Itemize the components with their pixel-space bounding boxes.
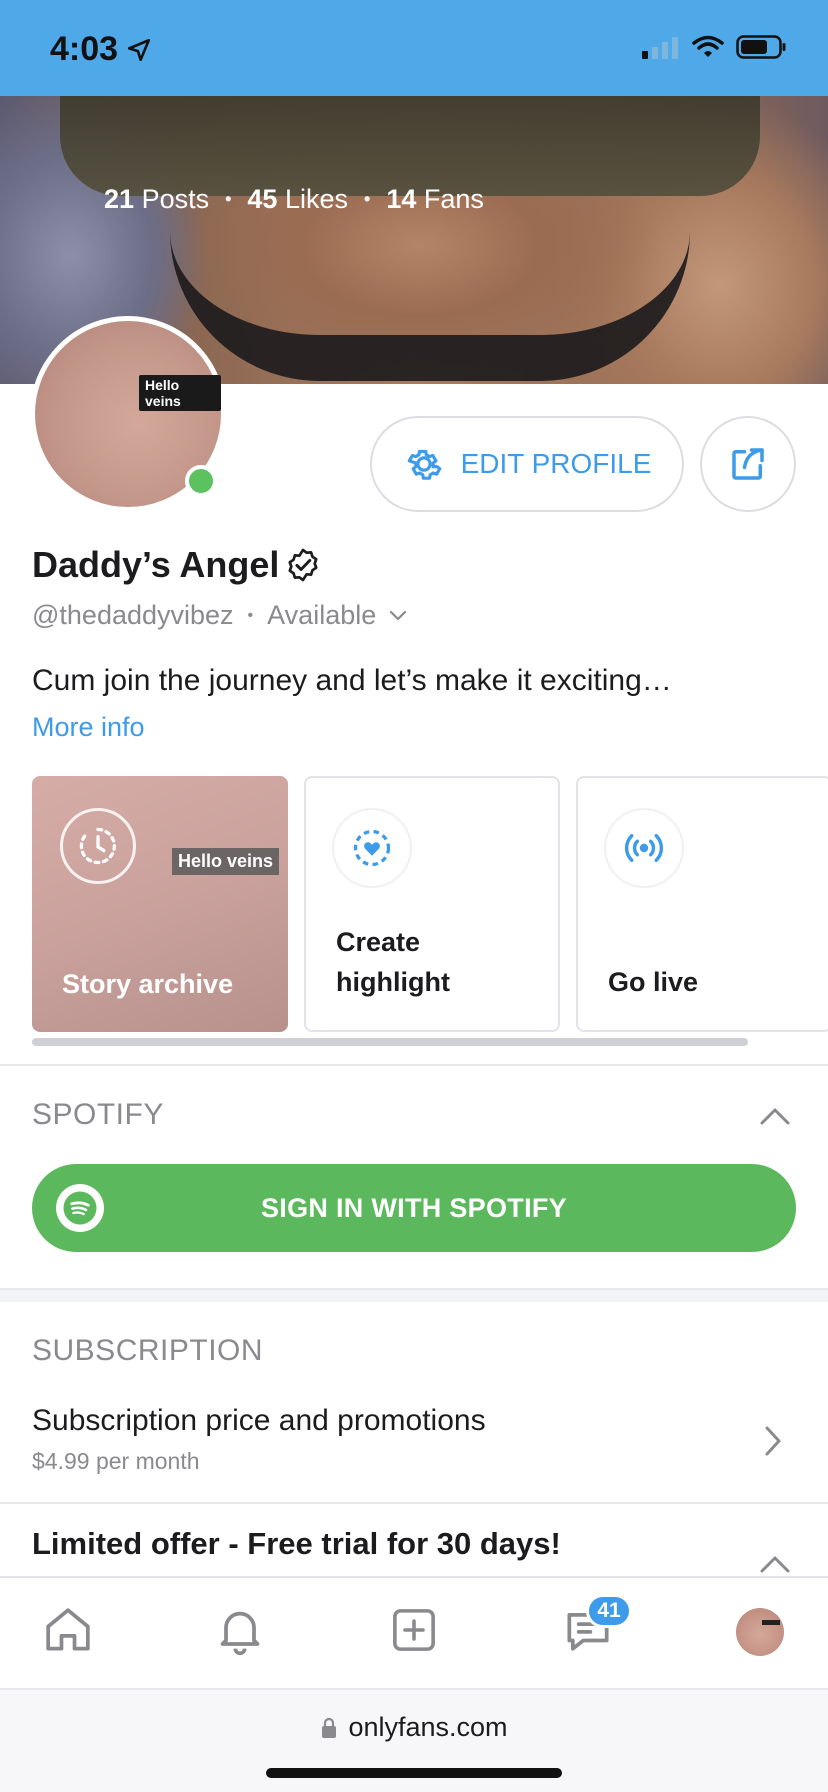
status-time: 4:03 bbox=[50, 30, 152, 69]
spotify-section-title: SPOTIFY bbox=[32, 1098, 164, 1131]
availability-dropdown[interactable]: Available bbox=[267, 600, 408, 631]
history-clock-icon bbox=[79, 827, 116, 865]
profile-handle: @thedaddyvibez bbox=[32, 600, 234, 630]
likes-stat: 45 Likes bbox=[247, 184, 348, 214]
section-divider bbox=[0, 1502, 828, 1504]
subscription-row-price: $4.99 per month bbox=[32, 1448, 200, 1474]
avatar[interactable]: Hello veins bbox=[30, 316, 226, 512]
battery-icon bbox=[736, 35, 786, 59]
cover-strap bbox=[170, 231, 690, 381]
section-gap bbox=[0, 1288, 828, 1302]
heart-circle-icon bbox=[353, 829, 391, 867]
sign-in-spotify-button[interactable]: SIGN IN WITH SPOTIFY bbox=[32, 1164, 796, 1252]
share-profile-button[interactable] bbox=[700, 416, 796, 512]
status-time-text: 4:03 bbox=[50, 30, 119, 68]
archive-circle bbox=[60, 808, 136, 884]
create-highlight-card[interactable]: Create highlight bbox=[304, 776, 560, 1032]
handle-separator: • bbox=[247, 606, 254, 624]
fans-stat: 14 Fans bbox=[386, 184, 484, 214]
verified-badge-icon bbox=[288, 548, 318, 582]
subscription-section-title: SUBSCRIPTION bbox=[32, 1334, 264, 1367]
chevron-right-icon[interactable] bbox=[762, 1424, 784, 1458]
highlight-icon-circle bbox=[334, 810, 410, 886]
online-status-dot bbox=[185, 465, 217, 497]
cards-scrollbar[interactable] bbox=[32, 1038, 748, 1046]
limited-offer-title: Limited offer - Free trial for 30 days! bbox=[32, 1526, 561, 1561]
bell-icon bbox=[220, 1611, 260, 1656]
home-icon bbox=[46, 1608, 90, 1651]
chevron-down-icon bbox=[390, 610, 407, 620]
spotify-logo-icon bbox=[56, 1184, 104, 1232]
url-row: onlyfans.com bbox=[0, 1712, 828, 1743]
archive-text-tag: Hello veins bbox=[172, 848, 280, 875]
tab-notifications[interactable] bbox=[208, 1598, 272, 1662]
collapse-spotify-chevron-up-icon[interactable] bbox=[758, 1104, 792, 1128]
home-indicator bbox=[266, 1768, 562, 1778]
more-info-link[interactable]: More info bbox=[32, 712, 145, 743]
wifi-icon bbox=[692, 35, 724, 57]
tab-home[interactable] bbox=[36, 1598, 100, 1662]
status-bar: 4:03 bbox=[0, 0, 828, 96]
cover-band bbox=[60, 96, 760, 196]
stat-separator: • bbox=[364, 189, 371, 209]
broadcast-icon bbox=[624, 834, 664, 862]
profile-bio: Cum join the journey and let’s make it e… bbox=[32, 664, 672, 697]
create-highlight-label: Create highlight bbox=[336, 927, 450, 997]
share-icon bbox=[732, 448, 764, 480]
profile-name-text: Daddy’s Angel bbox=[32, 544, 280, 585]
signal-icon bbox=[642, 37, 678, 59]
story-archive-label: Story archive bbox=[62, 969, 234, 999]
url-text: onlyfans.com bbox=[348, 1712, 508, 1742]
tab-profile-avatar[interactable] bbox=[736, 1608, 784, 1656]
edit-profile-label: EDIT PROFILE bbox=[460, 448, 652, 479]
story-cards-row: Hello veins Story archive Create highligh… bbox=[32, 776, 828, 1032]
spotify-button-label: SIGN IN WITH SPOTIFY bbox=[260, 1192, 567, 1223]
go-live-card[interactable]: Go live bbox=[576, 776, 828, 1032]
status-indicators bbox=[640, 34, 788, 60]
location-arrow-icon bbox=[128, 38, 151, 61]
add-square-icon bbox=[393, 1609, 435, 1651]
avatar-text-tag: Hello veins bbox=[139, 375, 221, 411]
go-live-label: Go live bbox=[608, 967, 699, 997]
availability-label: Available bbox=[267, 600, 377, 630]
edit-profile-button[interactable]: EDIT PROFILE bbox=[370, 416, 684, 512]
browser-url-bar[interactable]: onlyfans.com bbox=[0, 1688, 828, 1792]
gear-icon bbox=[407, 449, 441, 480]
lock-icon bbox=[322, 1717, 337, 1738]
profile-name: Daddy’s Angel bbox=[32, 544, 321, 586]
posts-stat: 21 Posts bbox=[104, 184, 210, 214]
subscription-row-title[interactable]: Subscription price and promotions bbox=[32, 1404, 486, 1438]
bottom-tab-bar: 41 bbox=[0, 1576, 828, 1688]
stat-separator: • bbox=[225, 189, 232, 209]
messages-badge: 41 bbox=[586, 1594, 632, 1628]
story-archive-card[interactable]: Hello veins Story archive bbox=[32, 776, 288, 1032]
handle-row: @thedaddyvibez • Available bbox=[32, 600, 408, 631]
tab-new-post[interactable] bbox=[382, 1598, 446, 1662]
live-icon-circle bbox=[606, 810, 682, 886]
profile-stats: 21 Posts • 45 Likes • 14 Fans bbox=[104, 184, 484, 215]
collapse-offer-chevron-up-icon[interactable] bbox=[758, 1552, 792, 1576]
section-divider bbox=[0, 1064, 828, 1066]
